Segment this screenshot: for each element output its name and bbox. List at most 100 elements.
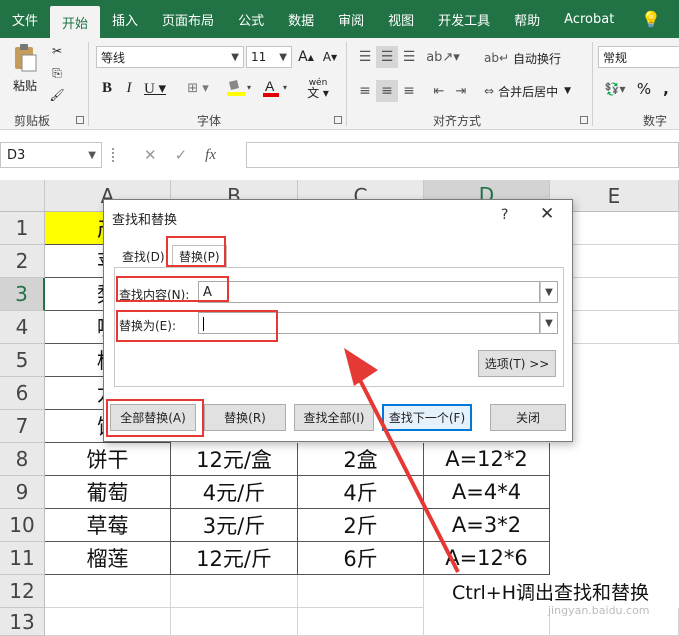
cell-b13[interactable] <box>171 608 298 636</box>
close-button[interactable]: 关闭 <box>490 404 566 431</box>
currency-icon[interactable]: 💱▾ <box>600 78 630 100</box>
tab-find[interactable]: 查找(D) <box>116 245 171 267</box>
percent-icon[interactable]: % <box>634 78 654 100</box>
cell-d13[interactable] <box>424 608 550 636</box>
row-header-6[interactable]: 6 <box>0 377 45 410</box>
paste-icon[interactable] <box>10 42 40 74</box>
row-header-10[interactable]: 10 <box>0 509 45 542</box>
number-group-label: 数字 <box>643 114 668 128</box>
increase-font-icon[interactable]: A ▲ <box>296 47 316 67</box>
decrease-indent-icon[interactable]: ⇤ <box>428 80 450 102</box>
align-center-icon[interactable]: ≡ <box>376 80 398 102</box>
dialog-title: 查找和替换 <box>112 213 178 228</box>
font-color-icon[interactable]: A ▾ <box>260 78 290 98</box>
row-header-3[interactable]: 3 <box>0 278 45 311</box>
ribbon-separator <box>346 42 347 126</box>
tab-insert[interactable]: 插入 <box>100 0 150 38</box>
tab-developer[interactable]: 开发工具 <box>426 0 502 38</box>
tab-page-layout[interactable]: 页面布局 <box>150 0 226 38</box>
increase-indent-icon[interactable]: ⇥ <box>450 80 472 102</box>
paste-button[interactable]: 粘贴 <box>8 76 42 94</box>
alignment-launcher-icon[interactable] <box>580 116 588 124</box>
cut-icon[interactable]: ✂ <box>48 42 66 60</box>
number-format-value: 常规 <box>603 50 628 65</box>
row-header-1[interactable]: 1 <box>0 212 45 245</box>
formula-bar-splitter[interactable] <box>112 148 116 162</box>
tab-view[interactable]: 视图 <box>376 0 426 38</box>
clipboard-group-label: 剪贴板 <box>14 114 51 128</box>
select-all-corner[interactable] <box>0 180 45 212</box>
border-icon[interactable]: ⊞ ▾ <box>184 78 212 98</box>
help-icon[interactable]: ? <box>501 207 508 223</box>
cancel-icon[interactable]: ✕ <box>144 146 157 164</box>
insert-function-icon[interactable]: fx <box>205 147 216 164</box>
cell-c13[interactable] <box>298 608 424 636</box>
font-size-value: 11 <box>251 50 267 64</box>
cell-a13[interactable] <box>45 608 171 636</box>
row-header-8[interactable]: 8 <box>0 443 45 476</box>
row-header-9[interactable]: 9 <box>0 476 45 509</box>
find-what-input[interactable]: A <box>198 281 540 303</box>
name-box[interactable]: D3 ▼ <box>0 142 102 168</box>
row-header-5[interactable]: 5 <box>0 344 45 377</box>
cell-a11[interactable]: 榴莲 <box>45 542 171 575</box>
copy-icon[interactable]: ⎘ <box>48 64 66 82</box>
replace-history-dropdown[interactable]: ▼ <box>540 312 558 334</box>
orientation-icon[interactable]: ab↗▾ <box>426 46 460 68</box>
row-header-12[interactable]: 12 <box>0 575 45 608</box>
ribbon-tab-bar: 文件 开始 插入 页面布局 公式 数据 审阅 视图 开发工具 帮助 Acroba… <box>0 0 679 38</box>
find-history-dropdown[interactable]: ▼ <box>540 281 558 303</box>
decrease-font-icon[interactable]: A ▼ <box>320 47 340 67</box>
phonetic-icon[interactable]: wén 文 ▾ <box>302 76 334 100</box>
row-header-4[interactable]: 4 <box>0 311 45 344</box>
row-header-11[interactable]: 11 <box>0 542 45 575</box>
font-size-combo[interactable]: 11 ▼ <box>246 46 292 68</box>
options-button[interactable]: 选项(T) >> <box>478 350 556 377</box>
cell-a9[interactable]: 葡萄 <box>45 476 171 509</box>
replace-button[interactable]: 替换(R) <box>204 404 286 431</box>
cell-a12[interactable] <box>45 575 171 608</box>
tell-me-bulb-icon[interactable]: 💡 <box>641 10 661 29</box>
font-name-combo[interactable]: 等线 ▼ <box>96 46 244 68</box>
cell-b8[interactable]: 12元/盒 <box>171 443 298 476</box>
cell-b11[interactable]: 12元/斤 <box>171 542 298 575</box>
format-painter-icon[interactable]: 🖌 <box>48 86 66 104</box>
cell-a10[interactable]: 草莓 <box>45 509 171 542</box>
confirm-icon[interactable]: ✓ <box>175 146 188 164</box>
tab-formulas[interactable]: 公式 <box>226 0 276 38</box>
align-top-icon[interactable]: ☰ <box>354 46 376 68</box>
align-right-icon[interactable]: ≡ <box>398 80 420 102</box>
tab-acrobat[interactable]: Acrobat <box>552 0 626 38</box>
number-format-combo[interactable]: 常规 <box>598 46 679 68</box>
close-icon[interactable]: ✕ <box>540 204 554 224</box>
align-middle-icon[interactable]: ☰ <box>376 46 398 68</box>
row-header-2[interactable]: 2 <box>0 245 45 278</box>
merge-center-button[interactable]: ⇔ 合并后居中 ▼ <box>484 80 588 102</box>
cell-a8[interactable]: 饼干 <box>45 443 171 476</box>
highlight-replace-all <box>106 399 204 437</box>
highlight-replace-field <box>116 310 278 342</box>
font-launcher-icon[interactable] <box>334 116 342 124</box>
tab-file[interactable]: 文件 <box>0 0 50 38</box>
comma-icon[interactable]: , <box>656 78 676 100</box>
tab-review[interactable]: 审阅 <box>326 0 376 38</box>
tab-data[interactable]: 数据 <box>276 0 326 38</box>
cell-b10[interactable]: 3元/斤 <box>171 509 298 542</box>
chevron-down-icon: ▼ <box>279 51 287 63</box>
underline-icon[interactable]: U ▾ <box>142 78 168 98</box>
bold-icon[interactable]: B <box>98 78 116 98</box>
row-header-13[interactable]: 13 <box>0 608 45 636</box>
align-left-icon[interactable]: ≡ <box>354 80 376 102</box>
ribbon-separator <box>88 42 89 126</box>
fill-color-icon[interactable]: ▾ <box>224 78 254 98</box>
row-header-7[interactable]: 7 <box>0 410 45 443</box>
align-bottom-icon[interactable]: ☰ <box>398 46 420 68</box>
wrap-text-button[interactable]: ab↵ 自动换行 <box>484 47 576 69</box>
formula-input[interactable] <box>246 142 679 168</box>
italic-icon[interactable]: I <box>120 78 138 98</box>
cell-b9[interactable]: 4元/斤 <box>171 476 298 509</box>
tab-home[interactable]: 开始 <box>50 6 101 38</box>
tab-help[interactable]: 帮助 <box>502 0 552 38</box>
clipboard-launcher-icon[interactable] <box>76 116 84 124</box>
cell-b12[interactable] <box>171 575 298 608</box>
